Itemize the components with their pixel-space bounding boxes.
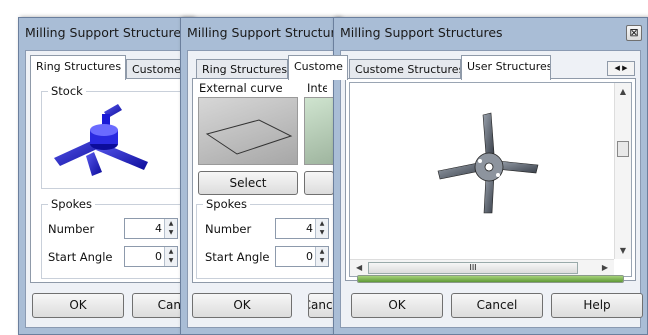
stock-legend: Stock xyxy=(48,84,86,98)
number-label: Number xyxy=(205,222,252,236)
dialog-title: Milling Support Structures xyxy=(340,25,503,40)
dialog-user-structures: Milling Support Structures ⊠ Custome Str… xyxy=(333,17,648,335)
tab-user-structures[interactable]: User Structures xyxy=(461,55,551,80)
spin-arrows[interactable]: ▲ ▼ xyxy=(164,219,177,238)
spin-arrows[interactable]: ▲ ▼ xyxy=(315,247,328,266)
start-angle-label: Start Angle xyxy=(48,250,113,264)
down-arrow-icon[interactable]: ▼ xyxy=(316,256,328,265)
vertical-scroll-thumb[interactable] xyxy=(617,141,629,157)
dialog-client: Custome Structures User Structures ◀ ▶ ▲… xyxy=(340,50,643,328)
vertical-scrollbar[interactable]: ▲ ▼ xyxy=(614,83,631,259)
help-button[interactable]: Help xyxy=(551,293,643,318)
progress-bar xyxy=(357,275,624,283)
number-stepper[interactable]: 4 ▲ ▼ xyxy=(275,218,329,239)
horizontal-scrollbar[interactable]: ◀ III ▶ xyxy=(350,259,614,276)
tab-panel: External curve Internal curve Select Sel… xyxy=(192,78,356,283)
ok-button[interactable]: OK xyxy=(32,293,124,318)
internal-curve-label: Internal curve xyxy=(307,81,327,95)
dialog-custome-structures: Milling Support Structures Ring Structur… xyxy=(180,17,368,335)
scroll-down-icon[interactable]: ▼ xyxy=(615,246,631,255)
tab-panel: Stock Spokes Number 4 ▲ ▼ Start Angle 0 … xyxy=(30,78,201,283)
start-angle-stepper[interactable]: 0 ▲ ▼ xyxy=(275,246,329,267)
tab-ring-structures[interactable]: Ring Structures xyxy=(30,55,126,80)
start-angle-stepper[interactable]: 0 ▲ ▼ xyxy=(124,246,178,267)
dialog-title: Milling Support Structures xyxy=(187,25,350,40)
tab-strip: Custome Structures User Structures ◀ ▶ xyxy=(345,55,645,80)
curve-outline-icon xyxy=(205,119,293,155)
start-angle-value: 0 xyxy=(306,250,313,263)
select-button[interactable]: Select xyxy=(198,171,298,195)
spokes-legend: Spokes xyxy=(203,197,250,211)
spin-arrows[interactable]: ▲ ▼ xyxy=(315,219,328,238)
scroll-grip-icon: III xyxy=(469,263,477,272)
up-arrow-icon[interactable]: ▲ xyxy=(316,219,328,228)
horizontal-scroll-thumb[interactable]: III xyxy=(368,262,578,274)
tab-panel: ▲ ▼ ◀ III ▶ xyxy=(345,78,636,281)
scroll-right-icon[interactable]: ▶ xyxy=(602,263,608,272)
cancel-button[interactable]: Cancel xyxy=(451,293,543,318)
tab-custome-structures[interactable]: Custome Structures xyxy=(349,59,461,79)
number-value: 4 xyxy=(155,222,162,235)
scroll-up-icon[interactable]: ▲ xyxy=(615,87,631,96)
external-curve-preview xyxy=(198,97,298,165)
select-button-internal[interactable]: Select xyxy=(304,171,334,195)
start-angle-label: Start Angle xyxy=(205,250,270,264)
ok-button[interactable]: OK xyxy=(192,293,292,318)
preview-viewport[interactable]: ▲ ▼ ◀ III ▶ xyxy=(349,82,632,277)
tab-custome-structures[interactable]: Custome Structures xyxy=(126,59,186,79)
ok-button[interactable]: OK xyxy=(351,293,443,318)
number-stepper[interactable]: 4 ▲ ▼ xyxy=(124,218,178,239)
number-label: Number xyxy=(48,222,95,236)
spin-arrows[interactable]: ▲ ▼ xyxy=(164,247,177,266)
external-curve-label: External curve xyxy=(199,81,283,95)
up-arrow-icon[interactable]: ▲ xyxy=(165,247,177,256)
close-icon[interactable]: ⊠ xyxy=(626,25,642,41)
user-structure-preview-image xyxy=(437,112,539,214)
spokes-group: Spokes Number 4 ▲ ▼ Start Angle 0 ▲ ▼ xyxy=(41,197,201,279)
progress-fill xyxy=(358,276,623,282)
stock-preview-image xyxy=(54,104,148,176)
tab-ring-structures[interactable]: Ring Structures xyxy=(196,59,288,79)
dialog-title: Milling Support Structures xyxy=(25,25,188,40)
dialog-client: Ring Structures Custome Structures Exter… xyxy=(187,50,368,328)
scroll-left-icon[interactable]: ◀ xyxy=(356,263,362,272)
number-value: 4 xyxy=(306,222,313,235)
dialog-ring-structures: Milling Support Structures Ring Structur… xyxy=(18,17,224,335)
internal-curve-preview xyxy=(304,97,334,165)
down-arrow-icon[interactable]: ▼ xyxy=(316,228,328,237)
up-arrow-icon[interactable]: ▲ xyxy=(316,247,328,256)
down-arrow-icon[interactable]: ▼ xyxy=(165,228,177,237)
tab-custome-structures[interactable]: Custome Structures xyxy=(288,55,348,80)
dialog-client: Ring Structures Custome Structures Stock xyxy=(25,50,224,328)
down-arrow-icon[interactable]: ▼ xyxy=(165,256,177,265)
tab-scroll-buttons[interactable]: ◀ ▶ xyxy=(607,61,635,76)
up-arrow-icon[interactable]: ▲ xyxy=(165,219,177,228)
stock-group: Stock xyxy=(41,84,201,189)
start-angle-value: 0 xyxy=(155,250,162,263)
spokes-legend: Spokes xyxy=(48,197,95,211)
spokes-group: Spokes Number 4 ▲ ▼ Start Angle 0 ▲ ▼ xyxy=(196,197,356,279)
